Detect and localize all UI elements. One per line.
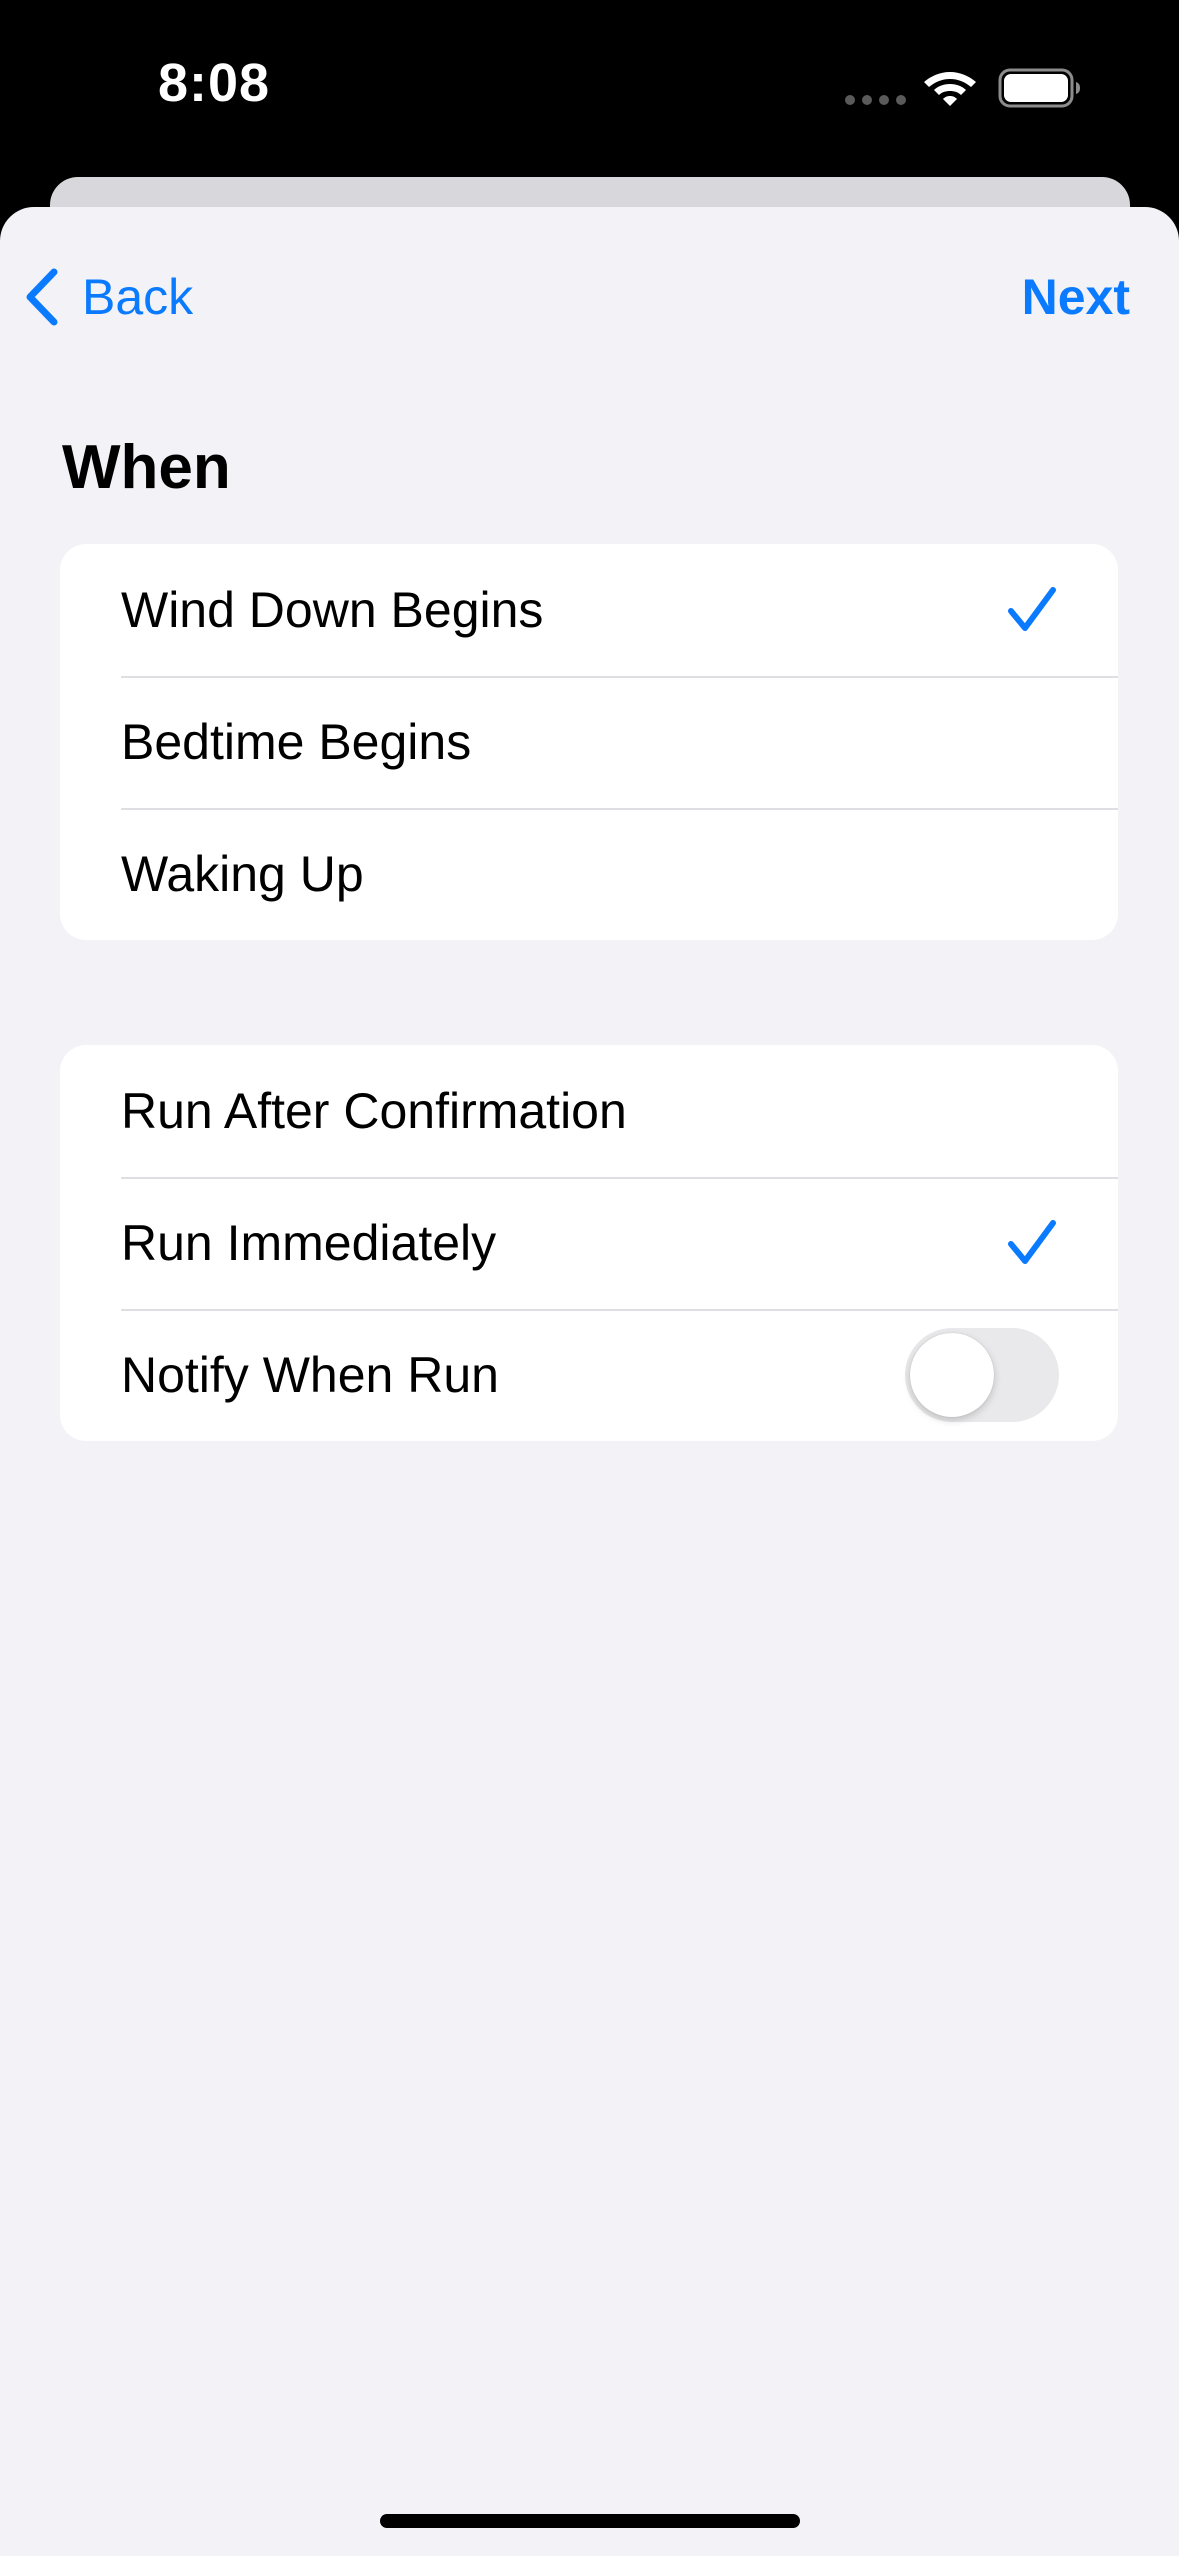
notify-when-run-toggle[interactable] (905, 1328, 1059, 1422)
option-notify-when-run: Notify When Run (60, 1309, 1118, 1441)
checkmark-icon (1008, 1220, 1056, 1264)
status-bar: 8:08 (0, 0, 1179, 200)
run-options-group: Run After Confirmation Run Immediately N… (60, 1045, 1118, 1441)
status-time: 8:08 (158, 53, 271, 113)
option-run-after-confirmation[interactable]: Run After Confirmation (60, 1045, 1118, 1177)
checkmark-icon (1008, 587, 1056, 631)
option-bedtime-begins[interactable]: Bedtime Begins (60, 676, 1118, 808)
home-indicator[interactable] (380, 2514, 800, 2528)
signal-dots-icon (845, 95, 906, 105)
next-button[interactable]: Next (1022, 262, 1130, 332)
page-title: When (62, 433, 231, 502)
option-run-immediately[interactable]: Run Immediately (60, 1177, 1118, 1309)
battery-icon (998, 68, 1080, 108)
option-label: Bedtime Begins (121, 714, 472, 770)
chevron-left-icon (26, 268, 58, 326)
option-label: Wind Down Begins (121, 582, 544, 638)
option-label: Notify When Run (121, 1347, 499, 1403)
option-wind-down-begins[interactable]: Wind Down Begins (60, 544, 1118, 676)
when-options-group: Wind Down Begins Bedtime Begins Waking U… (60, 544, 1118, 940)
back-button[interactable]: Back (24, 262, 193, 332)
option-label: Run Immediately (121, 1215, 497, 1271)
back-button-label: Back (82, 269, 194, 325)
option-waking-up[interactable]: Waking Up (60, 808, 1118, 940)
wifi-icon (924, 72, 976, 106)
toggle-knob (910, 1333, 994, 1417)
automation-sheet: Back Next When Wind Down Begins Bedtime … (0, 207, 1179, 2556)
option-label: Waking Up (121, 846, 364, 902)
option-label: Run After Confirmation (121, 1083, 627, 1139)
